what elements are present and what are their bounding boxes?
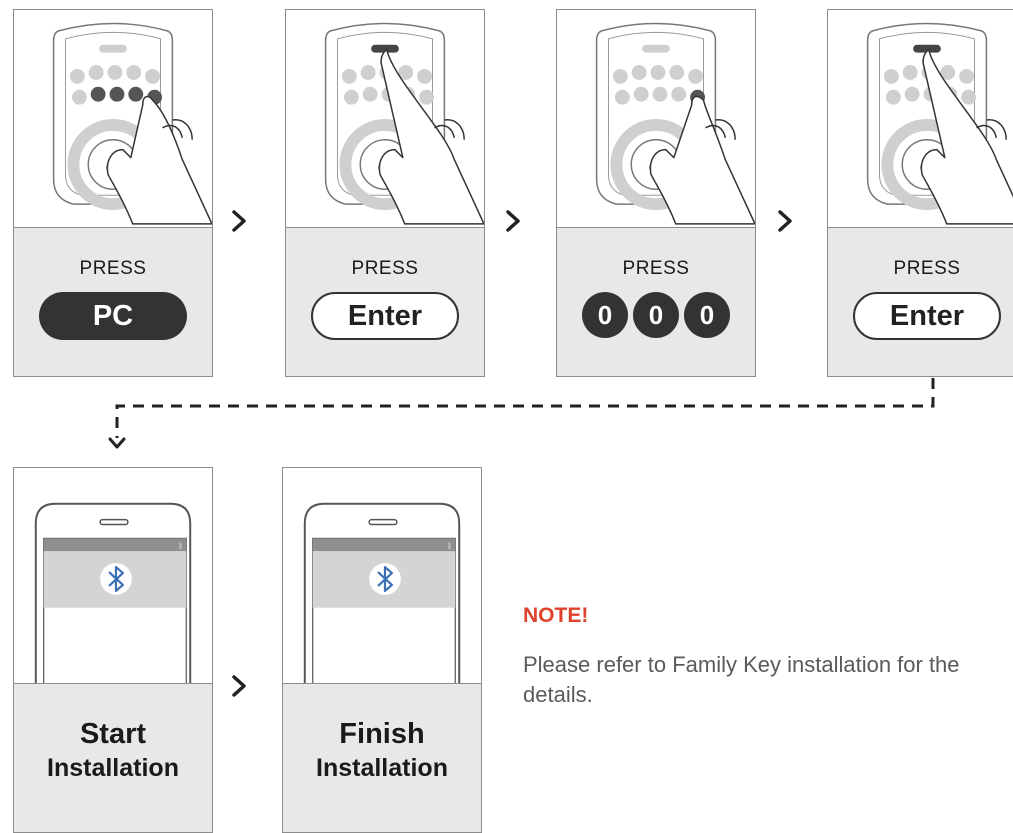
digit-keys: 000 xyxy=(557,292,755,338)
digit-key: 0 xyxy=(684,292,730,338)
digit-key: 0 xyxy=(633,292,679,338)
chevron-right-icon xyxy=(232,210,246,232)
install-label-panel: Start Installation xyxy=(14,683,212,832)
install-title-line1: Start xyxy=(79,718,147,750)
step-card: PRESS PC xyxy=(13,9,213,377)
pc-key: PC xyxy=(39,292,187,340)
chevron-right-icon xyxy=(506,210,520,232)
install-title-line2: Installation xyxy=(316,754,448,782)
note-body: Please refer to Family Key installation … xyxy=(523,652,960,707)
step-instruction-panel: PRESS Enter xyxy=(828,227,1013,376)
press-label: PRESS xyxy=(79,258,147,279)
chevron-right-icon xyxy=(778,210,792,232)
press-label: PRESS xyxy=(622,258,690,279)
dashed-down-arrow-icon xyxy=(108,378,935,449)
note-title: NOTE! xyxy=(523,604,589,627)
svg-text:ᛒ: ᛒ xyxy=(447,541,452,550)
step-instruction-panel: PRESS PC xyxy=(14,227,212,376)
press-label: PRESS xyxy=(893,258,961,279)
install-label-panel: Finish Installation xyxy=(283,683,481,832)
step-instruction-panel: PRESS Enter xyxy=(286,227,484,376)
smartphone-illustration: ᛒ xyxy=(303,502,461,688)
enter-key: Enter xyxy=(853,292,1001,340)
chevron-right-icon xyxy=(232,675,246,697)
bluetooth-icon xyxy=(369,563,401,595)
door-lock-keypad-illustration xyxy=(595,22,755,225)
install-card: ᛒ Finish Installation xyxy=(282,467,482,833)
install-card: ᛒ Start Installation xyxy=(13,467,213,833)
step-card: PRESS Enter xyxy=(827,9,1013,377)
press-label: PRESS xyxy=(351,258,419,279)
step-instruction-panel: PRESS 0 0 0 xyxy=(557,227,755,376)
door-lock-keypad-illustration xyxy=(866,22,1013,225)
install-title-line1: Finish xyxy=(339,718,425,750)
digit-key: 0 xyxy=(582,292,628,338)
step-card: PRESS Enter xyxy=(285,9,485,377)
smartphone-illustration: ᛒ xyxy=(34,502,192,688)
install-title-line2: Installation xyxy=(47,754,179,782)
svg-text:ᛒ: ᛒ xyxy=(178,541,183,550)
enter-key: Enter xyxy=(311,292,459,340)
bluetooth-icon xyxy=(100,563,132,595)
door-lock-keypad-illustration xyxy=(324,22,484,225)
door-lock-keypad-illustration xyxy=(52,22,212,225)
step-card: PRESS 0 0 0 xyxy=(556,9,756,377)
